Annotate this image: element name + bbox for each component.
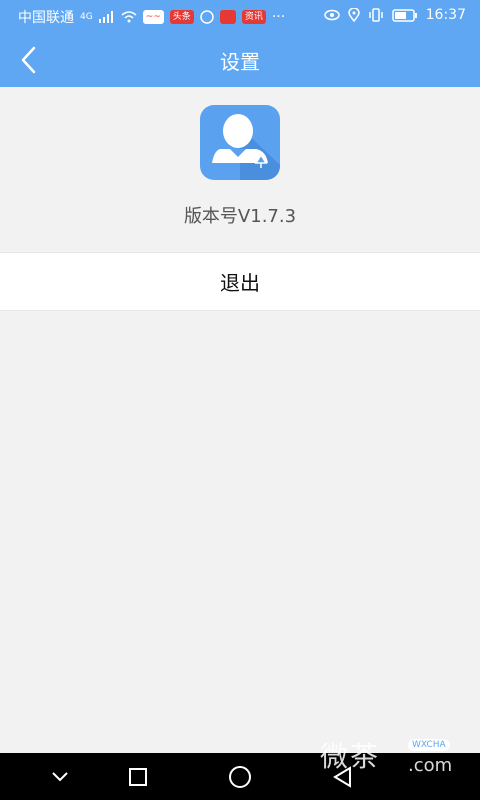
- chevron-down-icon: [52, 772, 68, 782]
- logout-button[interactable]: 退出: [0, 252, 480, 311]
- eye-icon: [323, 9, 340, 21]
- app-header: 设置: [0, 32, 480, 87]
- battery-icon: [391, 8, 417, 22]
- settings-content: 版本号V1.7.3 退出: [0, 87, 480, 753]
- square-recent-icon: [129, 768, 147, 786]
- network-type: 4G: [80, 12, 93, 22]
- vibrate-icon: [368, 8, 383, 22]
- system-navigation-bar: [0, 753, 480, 800]
- news-app-icon: ~~: [142, 10, 164, 24]
- page-title: 设置: [220, 50, 260, 74]
- nav-recent-button[interactable]: [118, 761, 158, 793]
- browser-icon: [200, 10, 214, 24]
- toutiao-icon: 头条: [169, 10, 194, 24]
- nav-back-button[interactable]: [322, 761, 362, 793]
- status-bar: 中国联通 4G ~~ 头条 资讯 ··· 16:37: [0, 0, 480, 32]
- reader-icon: [219, 10, 236, 24]
- status-left: 中国联通 4G ~~ 头条 资讯 ···: [18, 7, 285, 27]
- nav-home-button[interactable]: [220, 761, 260, 793]
- clock-time: 16:37: [425, 7, 466, 23]
- wifi-icon: [121, 11, 137, 23]
- more-notifications: ···: [271, 9, 286, 25]
- carrier-text: 中国联通: [18, 10, 74, 26]
- news-badge-icon: 资讯: [241, 10, 266, 24]
- app-logo-icon: [200, 105, 280, 180]
- version-label: 版本号V1.7.3: [183, 206, 297, 227]
- location-icon: [347, 8, 360, 22]
- signal-icon: [98, 11, 113, 23]
- status-right: 16:37: [323, 7, 466, 23]
- triangle-back-icon: [333, 766, 351, 788]
- nav-hide-button[interactable]: [40, 761, 80, 793]
- circle-home-icon: [229, 766, 251, 788]
